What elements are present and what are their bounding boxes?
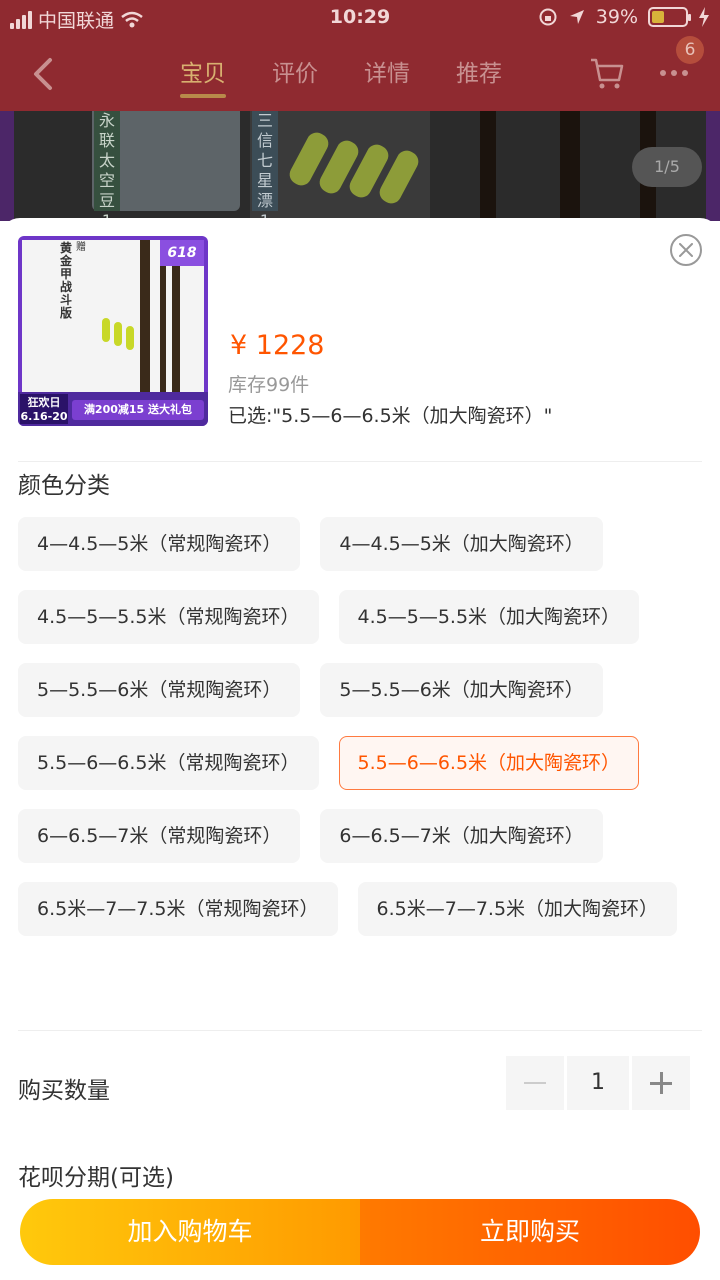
thumbnail-618-tag: 618	[160, 240, 204, 266]
gallery-image-floats: 永联太空豆1	[92, 111, 240, 230]
gallery-image-bobbers: 三信七星漂1	[250, 111, 430, 230]
thumbnail-festival-badge: 狂欢日 6.16-20	[20, 394, 68, 424]
gallery-pager: 1/5	[632, 147, 702, 187]
sku-option[interactable]: 6.5米—7—7.5米（常规陶瓷环）	[18, 882, 338, 936]
sku-option[interactable]: 4.5—5—5.5米（加大陶瓷环）	[338, 590, 640, 644]
add-to-cart-button[interactable]: 加入购物车	[20, 1199, 360, 1265]
sku-option[interactable]: 4—4.5—5米（常规陶瓷环）	[18, 517, 301, 571]
status-bar: 中国联通 10:29 39%	[0, 0, 720, 38]
sku-option[interactable]: 6—6.5—7米（常规陶瓷环）	[18, 809, 301, 863]
thumbnail-promo-banner: 狂欢日 6.16-20 满200减15 送大礼包	[18, 392, 208, 426]
decrease-button[interactable]	[506, 1056, 564, 1110]
sku-option[interactable]: 6.5米—7—7.5米（加大陶瓷环）	[357, 882, 678, 936]
divider	[18, 461, 702, 462]
selected-summary: 已选:"5.5—6—6.5米（加大陶瓷环）"	[228, 405, 553, 427]
status-right-group: 39%	[538, 6, 710, 28]
gallery-label-b: 三信七星漂1	[252, 111, 278, 230]
close-icon	[679, 243, 693, 257]
sku-section-title: 颜色分类	[18, 473, 110, 499]
message-badge: 6	[676, 36, 704, 64]
nav-tabs: 宝贝 评价 详情 推荐	[180, 54, 502, 98]
gallery-edge-right	[706, 111, 720, 221]
cart-icon[interactable]	[588, 54, 626, 92]
stock-count: 库存99件	[228, 374, 310, 396]
divider	[18, 1030, 702, 1031]
gallery-edge-left	[0, 111, 14, 221]
sku-option[interactable]: 6—6.5—7米（加大陶瓷环）	[320, 809, 603, 863]
sku-option[interactable]: 4—4.5—5米（加大陶瓷环）	[320, 517, 603, 571]
minus-icon	[524, 1082, 546, 1084]
sku-option[interactable]: 5—5.5—6米（常规陶瓷环）	[18, 663, 301, 717]
quantity-label: 购买数量	[18, 1078, 110, 1104]
thumbnail-title: 黄金甲战斗版	[60, 241, 73, 320]
back-icon[interactable]	[26, 54, 60, 94]
location-icon	[569, 10, 584, 24]
gallery-rod-1	[480, 111, 496, 221]
tab-1[interactable]: 评价	[272, 54, 318, 98]
sku-option[interactable]: 4.5—5—5.5米（常规陶瓷环）	[18, 590, 319, 644]
product-page-backdrop[interactable]: 中国联通 10:29 39% 宝贝 评价 详情 推荐 6 永联太空豆 三信七星漂…	[0, 0, 720, 240]
price: ¥ 1228	[230, 330, 325, 361]
battery-icon	[648, 7, 691, 27]
close-button[interactable]	[670, 234, 702, 266]
buy-now-button[interactable]: 立即购买	[360, 1199, 700, 1265]
thumbnail-promo-text: 满200减15 送大礼包	[72, 400, 204, 420]
more-icon[interactable]	[660, 70, 688, 76]
action-bar: 加入购物车 立即购买	[20, 1199, 700, 1265]
charging-icon	[699, 7, 709, 27]
tab-3[interactable]: 推荐	[456, 54, 502, 98]
tab-2[interactable]: 详情	[364, 54, 410, 98]
sku-option[interactable]: 5.5—6—6.5米（加大陶瓷环）	[338, 736, 640, 790]
increase-button[interactable]	[632, 1056, 690, 1110]
quantity-value[interactable]: 1	[567, 1056, 629, 1110]
thumbnail-gift: 赠	[76, 242, 86, 253]
image-gallery[interactable]: 永联太空豆1 三信七星漂1 1/5	[0, 111, 720, 230]
sku-option-list: 4—4.5—5米（常规陶瓷环） 4—4.5—5米（加大陶瓷环） 4.5—5—5.5米…	[18, 517, 702, 936]
battery-percent: 39%	[595, 6, 638, 28]
gallery-rod-2	[560, 111, 580, 221]
quantity-stepper: 1	[506, 1056, 690, 1110]
tab-0[interactable]: 宝贝	[180, 54, 226, 98]
sku-selector-sheet: 黄金甲战斗版 赠 618 狂欢日 6.16-20 满200减15 送大礼包 ¥ …	[0, 218, 720, 1280]
orientation-lock-icon	[539, 8, 557, 26]
sku-option[interactable]: 5—5.5—6米（加大陶瓷环）	[320, 663, 603, 717]
top-nav: 宝贝 评价 详情 推荐	[0, 38, 720, 111]
sku-option[interactable]: 5.5—6—6.5米（常规陶瓷环）	[18, 736, 319, 790]
installment-label[interactable]: 花呗分期(可选)	[18, 1158, 174, 1192]
gallery-label-a: 永联太空豆1	[94, 111, 120, 230]
product-thumbnail[interactable]: 黄金甲战斗版 赠 618 狂欢日 6.16-20 满200减15 送大礼包	[18, 236, 208, 426]
